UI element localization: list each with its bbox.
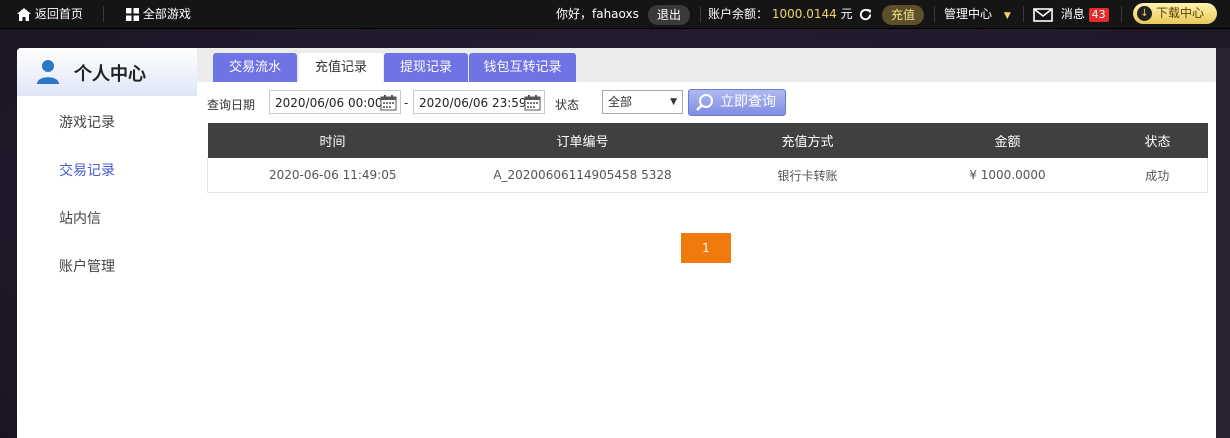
- sidebar-item-game-records[interactable]: 游戏记录: [59, 112, 115, 132]
- balance-unit: 元: [840, 7, 853, 21]
- column-header-time: 时间: [207, 123, 458, 158]
- sidebar-header: 个人中心: [17, 48, 197, 96]
- logout-button[interactable]: 退出: [648, 4, 691, 25]
- recharge-records-table: 时间 订单编号 充值方式 金额 状态 2020-06-06 11:49:05 A…: [207, 123, 1208, 193]
- refresh-balance-button[interactable]: [858, 0, 873, 28]
- cell-amount: ¥ 1000.0000: [907, 158, 1108, 193]
- greeting-text: 你好，fahaoxs: [556, 7, 639, 21]
- calendar-icon[interactable]: [524, 94, 541, 111]
- divider: [1121, 6, 1122, 22]
- all-games-label: 全部游戏: [142, 7, 191, 21]
- download-icon: ↓: [1137, 6, 1152, 21]
- tab-recharge-records[interactable]: 充值记录: [299, 53, 383, 82]
- divider: [1023, 6, 1024, 22]
- home-link-label: 返回首页: [34, 7, 83, 21]
- user-icon: [37, 60, 59, 84]
- column-header-status: 状态: [1107, 123, 1208, 158]
- manage-center-menu[interactable]: 管理中心 ▼: [944, 0, 1011, 28]
- column-header-order-number: 订单编号: [457, 123, 708, 158]
- background-strip: [1216, 48, 1230, 438]
- manage-center-label: 管理中心: [944, 7, 993, 21]
- query-button-label: 立即查询: [720, 94, 776, 110]
- divider: [103, 6, 104, 22]
- end-date-input[interactable]: 2020/06/06 23:59: [413, 90, 545, 114]
- mail-icon: [1033, 7, 1053, 22]
- top-bar: 返回首页 全部游戏 你好，fahaoxs 退出 账户余额： 1000.0144 …: [0, 0, 1230, 29]
- home-icon: [17, 8, 31, 21]
- recharge-button[interactable]: 充值: [882, 4, 925, 25]
- divider: [934, 6, 935, 22]
- cell-method: 银行卡转账: [707, 158, 908, 193]
- sidebar-title: 个人中心: [74, 64, 146, 85]
- end-date-value: 2020/06/06 23:59: [419, 96, 527, 110]
- tab-wallet-transfer[interactable]: 钱包互转记录: [469, 53, 576, 82]
- status-select[interactable]: 全部 ▼: [602, 90, 683, 114]
- search-icon: [696, 94, 713, 111]
- balance-area: 账户余额： 1000.0144 元: [708, 0, 853, 28]
- status-select-value: 全部: [608, 95, 633, 109]
- table-row: 2020-06-06 11:49:05 A_20200606114905458 …: [207, 158, 1208, 193]
- table-header-row: 时间 订单编号 充值方式 金额 状态: [207, 123, 1208, 158]
- grid-icon: [126, 8, 139, 21]
- status-filter-label: 状态: [555, 98, 580, 112]
- home-link[interactable]: 返回首页: [17, 0, 83, 28]
- pagination-page-button[interactable]: 1: [681, 233, 731, 263]
- balance-label: 账户余额：: [708, 7, 769, 21]
- calendar-icon[interactable]: [380, 94, 397, 111]
- download-center-button[interactable]: ↓ 下载中心: [1133, 3, 1217, 24]
- date-filter-label: 查询日期: [207, 98, 256, 112]
- query-button[interactable]: 立即查询: [688, 89, 786, 116]
- cell-time: 2020-06-06 11:49:05: [207, 158, 458, 193]
- cell-order-number: A_20200606114905458 5328: [457, 158, 708, 193]
- main-content: 交易流水 充值记录 提现记录 钱包互转记录 查询日期 2020/06/06 00…: [197, 48, 1216, 438]
- balance-value: 1000.0144: [771, 7, 837, 21]
- caret-down-icon: ▼: [1003, 11, 1011, 21]
- divider: [700, 6, 701, 22]
- messages-link[interactable]: 消息 43: [1033, 0, 1109, 28]
- date-range-separator: -: [404, 96, 409, 110]
- column-header-amount: 金额: [907, 123, 1108, 158]
- column-header-method: 充值方式: [707, 123, 908, 158]
- sidebar: 个人中心 游戏记录 交易记录 站内信 账户管理: [17, 48, 197, 438]
- cell-status: 成功: [1107, 158, 1208, 193]
- sidebar-item-messages[interactable]: 站内信: [59, 208, 101, 228]
- download-center-label: 下载中心: [1156, 6, 1205, 20]
- start-date-input[interactable]: 2020/06/06 00:00: [269, 90, 401, 114]
- sidebar-item-transaction-records[interactable]: 交易记录: [59, 160, 115, 180]
- tab-transaction-flow[interactable]: 交易流水: [213, 53, 297, 82]
- messages-count-badge: 43: [1088, 7, 1109, 22]
- tab-withdrawal-records[interactable]: 提现记录: [384, 53, 468, 82]
- start-date-value: 2020/06/06 00:00: [275, 96, 383, 110]
- sidebar-item-account[interactable]: 账户管理: [59, 256, 115, 276]
- dropdown-arrow-icon: ▼: [670, 97, 677, 107]
- messages-label: 消息: [1060, 7, 1085, 21]
- all-games-link[interactable]: 全部游戏: [126, 0, 191, 28]
- refresh-icon: [859, 8, 872, 21]
